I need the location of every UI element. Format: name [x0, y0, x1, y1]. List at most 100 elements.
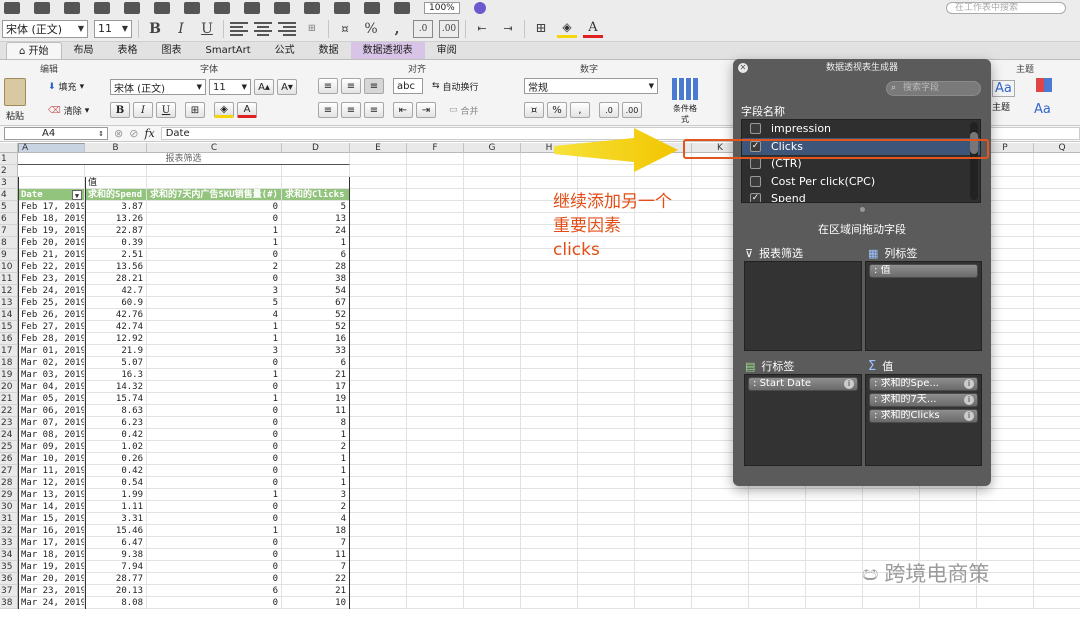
align-top-icon[interactable]: ≡: [318, 78, 338, 94]
table-cell[interactable]: [749, 525, 806, 537]
table-cell[interactable]: 0.26: [85, 453, 147, 465]
table-cell[interactable]: [635, 573, 692, 585]
table-cell[interactable]: 0.42: [85, 465, 147, 477]
table-cell[interactable]: [806, 525, 863, 537]
ribbon-underline-button[interactable]: U: [156, 102, 176, 118]
table-cell[interactable]: 16: [282, 333, 350, 345]
table-cell[interactable]: [692, 585, 749, 597]
ribbon-align-left-icon[interactable]: ≡: [318, 102, 338, 118]
table-cell[interactable]: [635, 585, 692, 597]
table-cell[interactable]: 1: [147, 237, 282, 249]
table-cell[interactable]: 0: [147, 597, 282, 609]
table-cell[interactable]: [350, 453, 407, 465]
tab-formulas[interactable]: 公式: [263, 42, 307, 59]
table-cell[interactable]: [407, 537, 464, 549]
column-header[interactable]: E: [350, 143, 407, 153]
table-cell[interactable]: 14.32: [85, 381, 147, 393]
sheet-search-input[interactable]: 在工作表中搜索: [946, 2, 1066, 14]
table-cell[interactable]: [407, 321, 464, 333]
column-header[interactable]: Q: [1034, 143, 1080, 153]
table-cell[interactable]: [350, 153, 407, 165]
table-cell[interactable]: 4: [147, 309, 282, 321]
wrap-text-icon[interactable]: ⇆: [432, 81, 440, 91]
table-cell[interactable]: [464, 309, 521, 321]
table-cell[interactable]: 7: [282, 561, 350, 573]
table-cell[interactable]: Feb 22, 2019: [18, 261, 85, 273]
sort-icon[interactable]: [304, 2, 320, 14]
table-cell[interactable]: [863, 501, 920, 513]
table-cell[interactable]: 15.46: [85, 525, 147, 537]
table-cell[interactable]: [350, 501, 407, 513]
table-cell[interactable]: 10: [282, 597, 350, 609]
table-cell[interactable]: 0: [147, 465, 282, 477]
table-cell[interactable]: [692, 573, 749, 585]
table-cell[interactable]: [521, 501, 578, 513]
column-header[interactable]: A: [18, 143, 85, 153]
table-cell[interactable]: [1034, 477, 1080, 489]
table-cell[interactable]: [350, 465, 407, 477]
table-cell[interactable]: [350, 381, 407, 393]
table-cell[interactable]: [749, 513, 806, 525]
table-cell[interactable]: [635, 261, 692, 273]
table-cell[interactable]: [521, 177, 578, 189]
table-cell[interactable]: [407, 597, 464, 609]
table-cell[interactable]: [521, 333, 578, 345]
table-cell[interactable]: [578, 333, 635, 345]
table-cell[interactable]: 28.77: [85, 573, 147, 585]
row-header[interactable]: 23: [0, 417, 18, 429]
table-cell[interactable]: [18, 177, 85, 189]
ribbon-align-center-icon[interactable]: ≡: [341, 102, 361, 118]
table-cell[interactable]: [863, 525, 920, 537]
table-cell[interactable]: 28: [282, 261, 350, 273]
field-checkbox[interactable]: [750, 175, 761, 187]
table-cell[interactable]: [85, 165, 147, 177]
table-cell[interactable]: 6: [147, 585, 282, 597]
table-cell[interactable]: [749, 585, 806, 597]
table-cell[interactable]: [350, 513, 407, 525]
filter-dropdown-icon[interactable]: ▼: [72, 190, 82, 200]
row-header[interactable]: 16: [0, 333, 18, 345]
merge-label[interactable]: 合并: [461, 104, 479, 117]
table-cell[interactable]: [521, 429, 578, 441]
table-cell[interactable]: [464, 321, 521, 333]
table-cell[interactable]: [1034, 465, 1080, 477]
table-cell[interactable]: 0: [147, 417, 282, 429]
name-box[interactable]: A4 ⇕: [4, 127, 108, 140]
table-cell[interactable]: [977, 513, 1034, 525]
table-cell[interactable]: [350, 177, 407, 189]
table-cell[interactable]: Feb 24, 2019: [18, 285, 85, 297]
table-cell[interactable]: [635, 297, 692, 309]
table-cell[interactable]: [635, 513, 692, 525]
table-cell[interactable]: [350, 585, 407, 597]
table-cell[interactable]: [464, 477, 521, 489]
table-cell[interactable]: Mar 08, 2019: [18, 429, 85, 441]
table-cell[interactable]: 22: [282, 573, 350, 585]
ribbon-fill-color-icon[interactable]: ◈: [214, 102, 234, 118]
table-cell[interactable]: 求和的7天内广告SKU销售量(#): [147, 189, 282, 201]
table-cell[interactable]: [578, 357, 635, 369]
table-cell[interactable]: [521, 285, 578, 297]
table-cell[interactable]: [350, 537, 407, 549]
clear-button[interactable]: ⌫ 清除 ▾: [48, 104, 89, 118]
table-cell[interactable]: 0: [147, 441, 282, 453]
table-cell[interactable]: 值: [85, 177, 147, 189]
table-cell[interactable]: [407, 561, 464, 573]
row-header[interactable]: 26: [0, 453, 18, 465]
table-cell[interactable]: [350, 309, 407, 321]
table-cell[interactable]: [521, 369, 578, 381]
table-cell[interactable]: 求和的Clicks: [282, 189, 350, 201]
table-cell[interactable]: [464, 525, 521, 537]
table-cell[interactable]: 21: [282, 369, 350, 381]
table-cell[interactable]: Mar 03, 2019: [18, 369, 85, 381]
zone-field-chip[interactable]: : 值: [869, 264, 978, 278]
table-cell[interactable]: 1: [282, 477, 350, 489]
table-cell[interactable]: [578, 501, 635, 513]
table-cell[interactable]: [407, 453, 464, 465]
table-cell[interactable]: 52: [282, 309, 350, 321]
table-cell[interactable]: 0: [147, 561, 282, 573]
table-cell[interactable]: 7: [282, 537, 350, 549]
ribbon-size-select[interactable]: 11 ▼: [209, 79, 251, 95]
table-cell[interactable]: 0: [147, 273, 282, 285]
row-header[interactable]: 36: [0, 573, 18, 585]
table-cell[interactable]: [464, 249, 521, 261]
